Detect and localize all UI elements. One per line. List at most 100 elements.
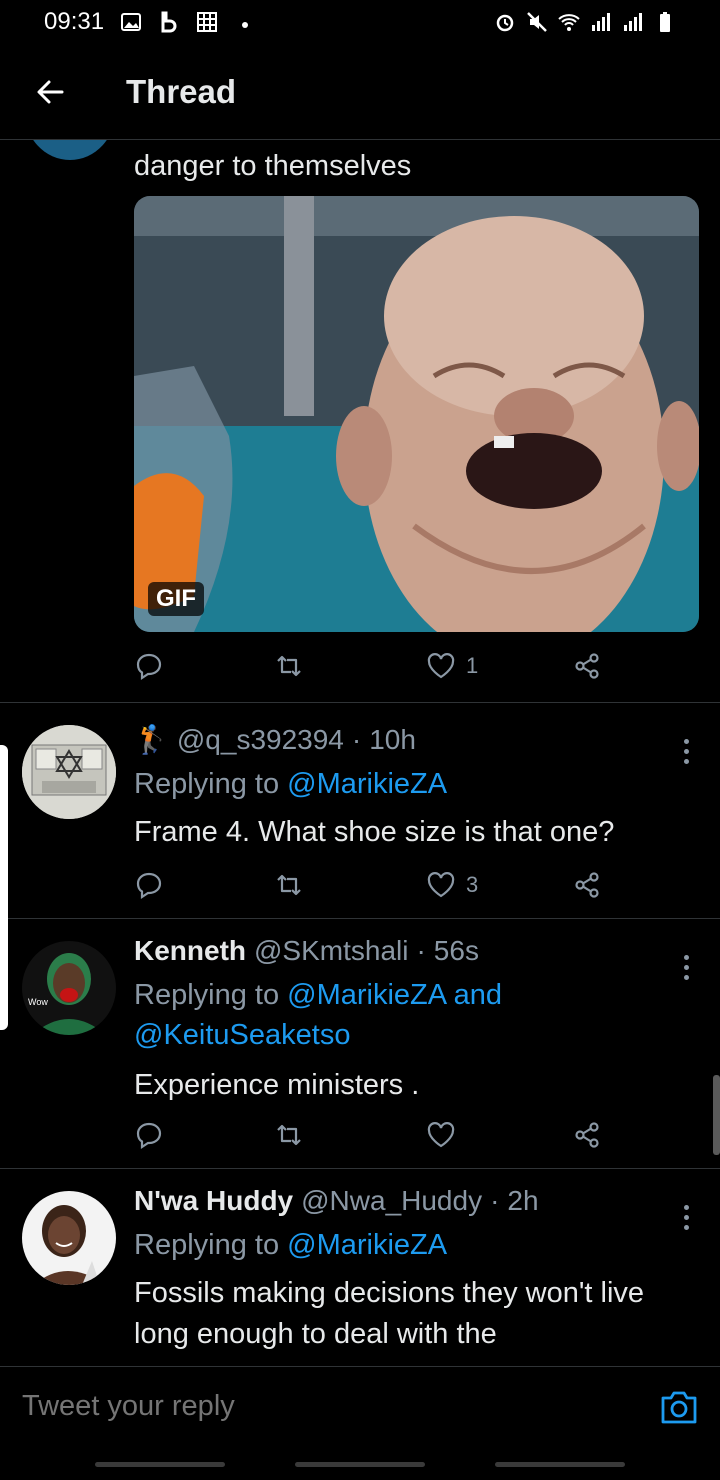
- separator: ·: [351, 723, 362, 755]
- heart-icon: [427, 872, 455, 898]
- heart-icon: [427, 653, 455, 679]
- signal-icon: [592, 13, 610, 31]
- replying-to: Replying to @MarikieZA: [134, 1225, 680, 1265]
- tweet-header: N'wa Huddy @Nwa_Huddy · 2h: [134, 1185, 680, 1217]
- tweet-time: 56s: [433, 935, 479, 966]
- more-notifications-dot-icon: [242, 22, 249, 28]
- avatar[interactable]: [24, 140, 116, 160]
- gif-media[interactable]: GIF: [134, 196, 699, 632]
- grid-notification-icon: [197, 12, 218, 32]
- camera-icon: [661, 1391, 697, 1424]
- retweet-icon: [277, 874, 301, 896]
- reply-button[interactable]: [134, 870, 164, 900]
- tweet-actions: 1: [134, 646, 614, 686]
- share-button[interactable]: [572, 870, 602, 900]
- avatar-image: [22, 725, 116, 819]
- reply-button[interactable]: [134, 651, 164, 681]
- retweet-button[interactable]: [274, 870, 304, 900]
- status-bar: 09:31: [0, 0, 720, 44]
- share-icon: [575, 1122, 599, 1148]
- tweet-text: Fossils making decisions they won't live…: [134, 1277, 645, 1350]
- reply-icon: [136, 1122, 162, 1150]
- replying-prefix: Replying to: [134, 1229, 280, 1261]
- separator: ·: [416, 935, 426, 966]
- more-options-button[interactable]: [676, 949, 696, 985]
- back-button[interactable]: [20, 62, 80, 122]
- scrollbar[interactable]: [713, 1075, 720, 1155]
- user-name[interactable]: Kenneth: [134, 935, 246, 967]
- tweet-text: Experience ministers .: [134, 1069, 420, 1101]
- reply-icon: [136, 653, 162, 681]
- battery-icon: [660, 12, 670, 32]
- replying-prefix: Replying to: [134, 768, 280, 800]
- mention-link[interactable]: @MarikieZA: [287, 768, 447, 800]
- tweet-time: 10h: [369, 723, 416, 755]
- thread-feed[interactable]: danger to themselves GIF 1 🏌 @q_s392394 …: [0, 140, 720, 1366]
- tweet-actions: [134, 1115, 614, 1155]
- more-options-button[interactable]: [676, 733, 696, 769]
- tweet-body: Kenneth @SKmtshali · 56s Replying to @Ma…: [134, 935, 680, 1106]
- camera-button[interactable]: [660, 1389, 698, 1425]
- gif-badge: GIF: [148, 582, 204, 616]
- replying-to: Replying to @MarikieZA and @KeituSeakets…: [134, 975, 680, 1055]
- share-button[interactable]: [572, 1120, 602, 1150]
- user-handle[interactable]: @Nwa_Huddy: [301, 1185, 482, 1217]
- tweet[interactable]: Wow Kenneth @SKmtshali · 56s Replying to…: [0, 919, 720, 1169]
- wifi-icon: [558, 14, 580, 31]
- retweet-button[interactable]: [274, 651, 304, 681]
- avatar[interactable]: [22, 725, 116, 819]
- back-nav-button[interactable]: [495, 1462, 625, 1467]
- reply-composer: [0, 1366, 720, 1446]
- tweet-text: danger to themselves: [134, 150, 412, 182]
- share-icon: [575, 653, 599, 679]
- status-time: 09:31: [44, 8, 105, 35]
- avatar-image: [22, 1191, 116, 1285]
- edge-panel-handle[interactable]: [0, 745, 8, 1030]
- heart-icon: [427, 1122, 455, 1148]
- avatar-image: Wow: [22, 941, 116, 1035]
- like-button[interactable]: 1: [426, 651, 478, 681]
- replying-to: Replying to @MarikieZA: [134, 764, 680, 804]
- system-nav-bar: [0, 1446, 720, 1480]
- avatar-badge: Wow: [28, 997, 48, 1007]
- app-header: Thread: [0, 44, 720, 140]
- separator: ·: [490, 1185, 500, 1216]
- app-b-notification-icon: [161, 11, 177, 33]
- user-name[interactable]: N'wa Huddy: [134, 1185, 293, 1217]
- like-button[interactable]: 3: [426, 870, 478, 900]
- avatar[interactable]: Wow: [22, 941, 116, 1035]
- recent-apps-button[interactable]: [95, 1462, 225, 1467]
- reply-button[interactable]: [134, 1120, 164, 1150]
- share-icon: [575, 872, 599, 898]
- like-count: 1: [466, 653, 479, 678]
- mute-icon: [527, 12, 547, 32]
- golf-emoji: 🏌: [134, 724, 169, 755]
- reply-input[interactable]: [22, 1390, 582, 1423]
- user-handle[interactable]: @q_s392394: [177, 724, 344, 756]
- reply-icon: [136, 872, 162, 900]
- home-button[interactable]: [295, 1462, 425, 1467]
- retweet-icon: [277, 655, 301, 677]
- retweet-icon: [277, 1124, 301, 1146]
- alarm-icon: [496, 14, 514, 32]
- tweet-body: N'wa Huddy @Nwa_Huddy · 2h Replying to @…: [134, 1185, 680, 1355]
- gif-image: [134, 196, 699, 632]
- more-options-button[interactable]: [676, 1199, 696, 1235]
- retweet-button[interactable]: [274, 1120, 304, 1150]
- gallery-notification-icon: [121, 13, 142, 31]
- user-handle[interactable]: @SKmtshali: [254, 935, 408, 967]
- share-button[interactable]: [572, 651, 602, 681]
- tweet-header: 🏌 @q_s392394 · 10h: [134, 723, 680, 756]
- replying-prefix: Replying to: [134, 979, 280, 1011]
- like-button[interactable]: [426, 1120, 456, 1150]
- tweet-header: Kenneth @SKmtshali · 56s: [134, 935, 680, 967]
- tweet[interactable]: 🏌 @q_s392394 · 10h Replying to @MarikieZ…: [0, 703, 720, 918]
- signal-2-icon: [624, 13, 642, 31]
- avatar[interactable]: [22, 1191, 116, 1285]
- like-count: 3: [466, 872, 479, 897]
- tweet-body: 🏌 @q_s392394 · 10h Replying to @MarikieZ…: [134, 723, 680, 853]
- mention-link[interactable]: @MarikieZA: [287, 1229, 447, 1261]
- tweet[interactable]: N'wa Huddy @Nwa_Huddy · 2h Replying to @…: [0, 1169, 720, 1366]
- tweet-text: Frame 4. What shoe size is that one?: [134, 816, 615, 848]
- tweet-actions: 3: [134, 865, 614, 905]
